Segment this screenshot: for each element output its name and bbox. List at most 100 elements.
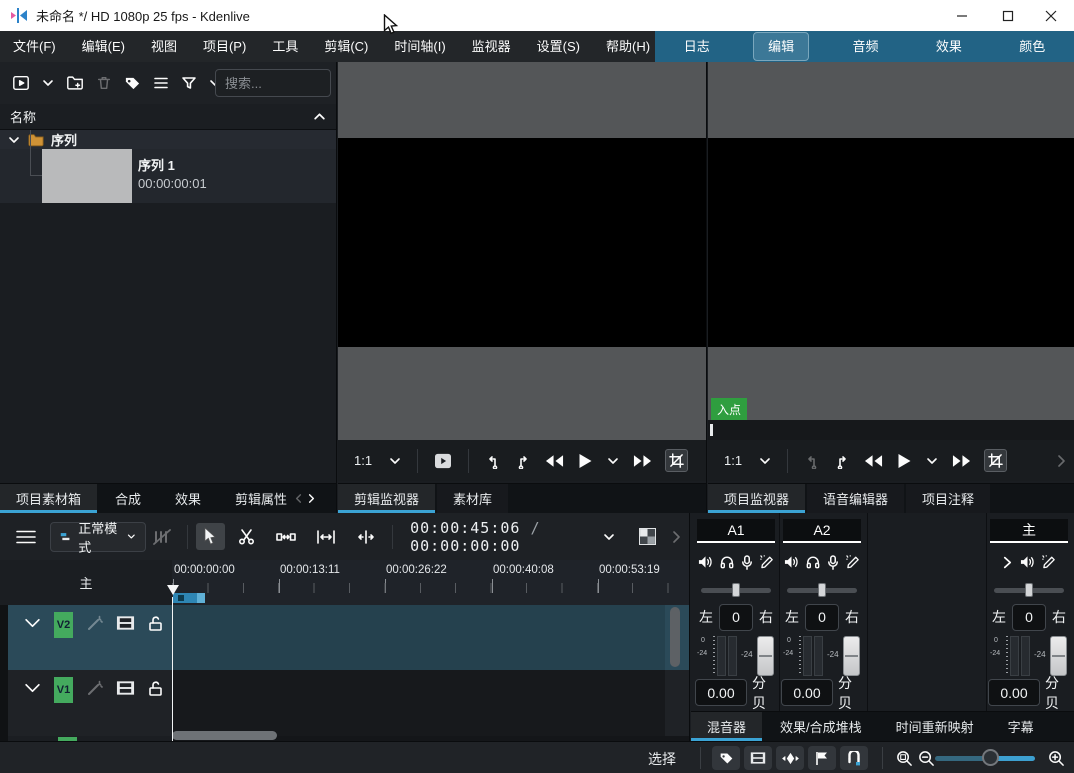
solo-headphones-icon[interactable] xyxy=(806,555,820,569)
tab-compositions[interactable]: 合成 xyxy=(99,484,157,513)
play-icon[interactable] xyxy=(890,453,919,469)
tab-effect-stack[interactable]: 效果/合成堆栈 xyxy=(764,712,878,741)
timeline-ruler[interactable]: 00:00:00:00 00:00:13:11 00:00:26:22 00:0… xyxy=(172,560,690,605)
db-value[interactable]: 0.00 xyxy=(781,679,833,706)
chevron-down-icon[interactable] xyxy=(382,455,408,467)
chevron-down-icon[interactable] xyxy=(919,455,945,467)
tab-project-notes[interactable]: 项目注释 xyxy=(906,484,990,513)
volume-fader[interactable] xyxy=(843,636,860,676)
close-button[interactable] xyxy=(1028,0,1074,31)
monitor-playhead[interactable] xyxy=(710,424,713,436)
track-badge-v2[interactable]: V2 xyxy=(54,612,73,638)
effects-wand-icon[interactable] xyxy=(86,680,103,697)
tab-speech-editor[interactable]: 语音编辑器 xyxy=(807,484,904,513)
workspace-tab-log[interactable]: 日志 xyxy=(670,31,724,62)
tab-subtitles[interactable]: 字幕 xyxy=(992,712,1050,741)
thumbnails-toggle-button[interactable] xyxy=(744,746,772,770)
timeline-vertical-scrollbar[interactable] xyxy=(670,607,680,667)
workspace-tab-audio[interactable]: 音频 xyxy=(838,31,892,62)
spacer-tool-icon[interactable] xyxy=(269,527,303,547)
effects-pencil-icon[interactable] xyxy=(1042,555,1057,569)
tab-project-bin[interactable]: 项目素材箱 xyxy=(0,484,97,513)
chevron-down-icon[interactable] xyxy=(600,455,626,467)
view-mode-icon[interactable] xyxy=(12,74,30,92)
playhead-handle[interactable] xyxy=(167,585,179,595)
monitor-overlay-icon[interactable] xyxy=(427,453,459,469)
clip-monitor-video[interactable] xyxy=(338,62,706,440)
tab-library[interactable]: 素材库 xyxy=(437,484,508,513)
tab-time-remap[interactable]: 时间重新映射 xyxy=(880,712,990,741)
fast-forward-icon[interactable] xyxy=(626,454,659,468)
go-to-out-point-icon[interactable] xyxy=(827,453,857,469)
bin-tree-header[interactable]: 名称 xyxy=(0,104,336,130)
ripple-tool-icon[interactable] xyxy=(349,526,383,548)
chevron-down-icon[interactable] xyxy=(42,77,54,89)
fast-forward-icon[interactable] xyxy=(945,454,978,468)
filter-icon[interactable] xyxy=(181,75,197,91)
clip-thumbnail[interactable] xyxy=(42,149,132,203)
tab-clip-properties[interactable]: 剪辑属性 xyxy=(219,484,291,513)
workspace-tab-edit[interactable]: 编辑 xyxy=(753,32,809,61)
record-mic-icon[interactable] xyxy=(827,555,839,570)
db-value[interactable]: 0.00 xyxy=(695,679,747,706)
project-monitor-video[interactable]: 入点 xyxy=(708,62,1074,440)
bin-clip-row[interactable]: 序列 1 00:00:00:01 xyxy=(0,149,336,203)
tab-project-monitor[interactable]: 项目监视器 xyxy=(708,484,805,513)
workspace-tab-color[interactable]: 颜色 xyxy=(1005,31,1059,62)
track-badge-v1[interactable]: V1 xyxy=(54,677,73,703)
timeline-edit-disabled-icon[interactable] xyxy=(146,524,178,550)
maximize-button[interactable] xyxy=(985,0,1031,31)
rewind-icon[interactable] xyxy=(538,454,571,468)
menu-help[interactable]: 帮助(H) xyxy=(593,31,663,62)
effects-pencil-icon[interactable] xyxy=(846,555,861,569)
add-folder-icon[interactable] xyxy=(66,74,84,92)
menu-project[interactable]: 项目(P) xyxy=(190,31,259,62)
keyframes-toggle-button[interactable] xyxy=(776,746,804,770)
balance-slider[interactable] xyxy=(787,583,857,597)
chevron-right-icon[interactable] xyxy=(1048,454,1074,468)
menu-monitor[interactable]: 监视器 xyxy=(459,31,524,62)
expand-chevron-icon[interactable] xyxy=(8,134,20,146)
collapse-track-icon[interactable] xyxy=(24,617,41,629)
preview-render-icon[interactable] xyxy=(632,524,663,549)
menu-tools[interactable]: 工具 xyxy=(259,31,311,62)
tab-scroll-left-icon[interactable] xyxy=(293,484,304,513)
balance-value[interactable]: 0 xyxy=(805,604,839,631)
menu-settings[interactable]: 设置(S) xyxy=(524,31,593,62)
tab-clip-monitor[interactable]: 剪辑监视器 xyxy=(338,484,435,513)
tab-scroll-right-icon[interactable] xyxy=(306,484,317,513)
bin-search-input[interactable] xyxy=(215,69,331,97)
mute-icon[interactable] xyxy=(784,555,799,569)
menu-view[interactable]: 视图 xyxy=(138,31,190,62)
collapse-track-icon[interactable] xyxy=(24,682,41,694)
minimize-button[interactable] xyxy=(939,0,985,31)
tab-mixer[interactable]: 混音器 xyxy=(691,712,762,741)
menu-edit[interactable]: 编辑(E) xyxy=(69,31,138,62)
zone-mode-icon[interactable] xyxy=(984,449,1007,472)
markers-flag-button[interactable] xyxy=(808,746,836,770)
play-icon[interactable] xyxy=(571,453,600,469)
workspace-tab-effects[interactable]: 效果 xyxy=(922,31,976,62)
collapse-icon[interactable] xyxy=(313,110,326,123)
timeline-zoom-slider-handle[interactable] xyxy=(982,749,999,766)
edit-mode-select[interactable]: 正常模式 xyxy=(50,522,146,552)
tab-effects[interactable]: 效果 xyxy=(159,484,217,513)
mute-icon[interactable] xyxy=(698,555,713,569)
track-lane-v2[interactable] xyxy=(172,605,665,670)
effects-pencil-icon[interactable] xyxy=(760,555,775,569)
mute-icon[interactable] xyxy=(1020,555,1035,569)
go-to-in-point-icon[interactable] xyxy=(478,453,508,469)
zone-mode-icon[interactable] xyxy=(665,449,688,472)
menu-icon[interactable] xyxy=(153,75,169,91)
slip-tool-icon[interactable] xyxy=(309,526,343,548)
chevron-right-icon[interactable] xyxy=(1002,556,1013,569)
hide-track-icon[interactable] xyxy=(116,615,135,631)
razor-tool-icon[interactable] xyxy=(231,524,263,550)
timeline-menu-icon[interactable] xyxy=(8,525,44,549)
timeline-timecode[interactable]: 00:00:45:06 / 00:00:00:00 xyxy=(410,519,596,555)
zoom-in-icon[interactable] xyxy=(1042,746,1070,770)
selection-tool-button[interactable] xyxy=(196,523,225,550)
record-mic-icon[interactable] xyxy=(741,555,753,570)
monitor-zoom-level[interactable]: 1:1 xyxy=(724,453,742,468)
timeline-horizontal-scrollbar[interactable] xyxy=(172,731,277,740)
